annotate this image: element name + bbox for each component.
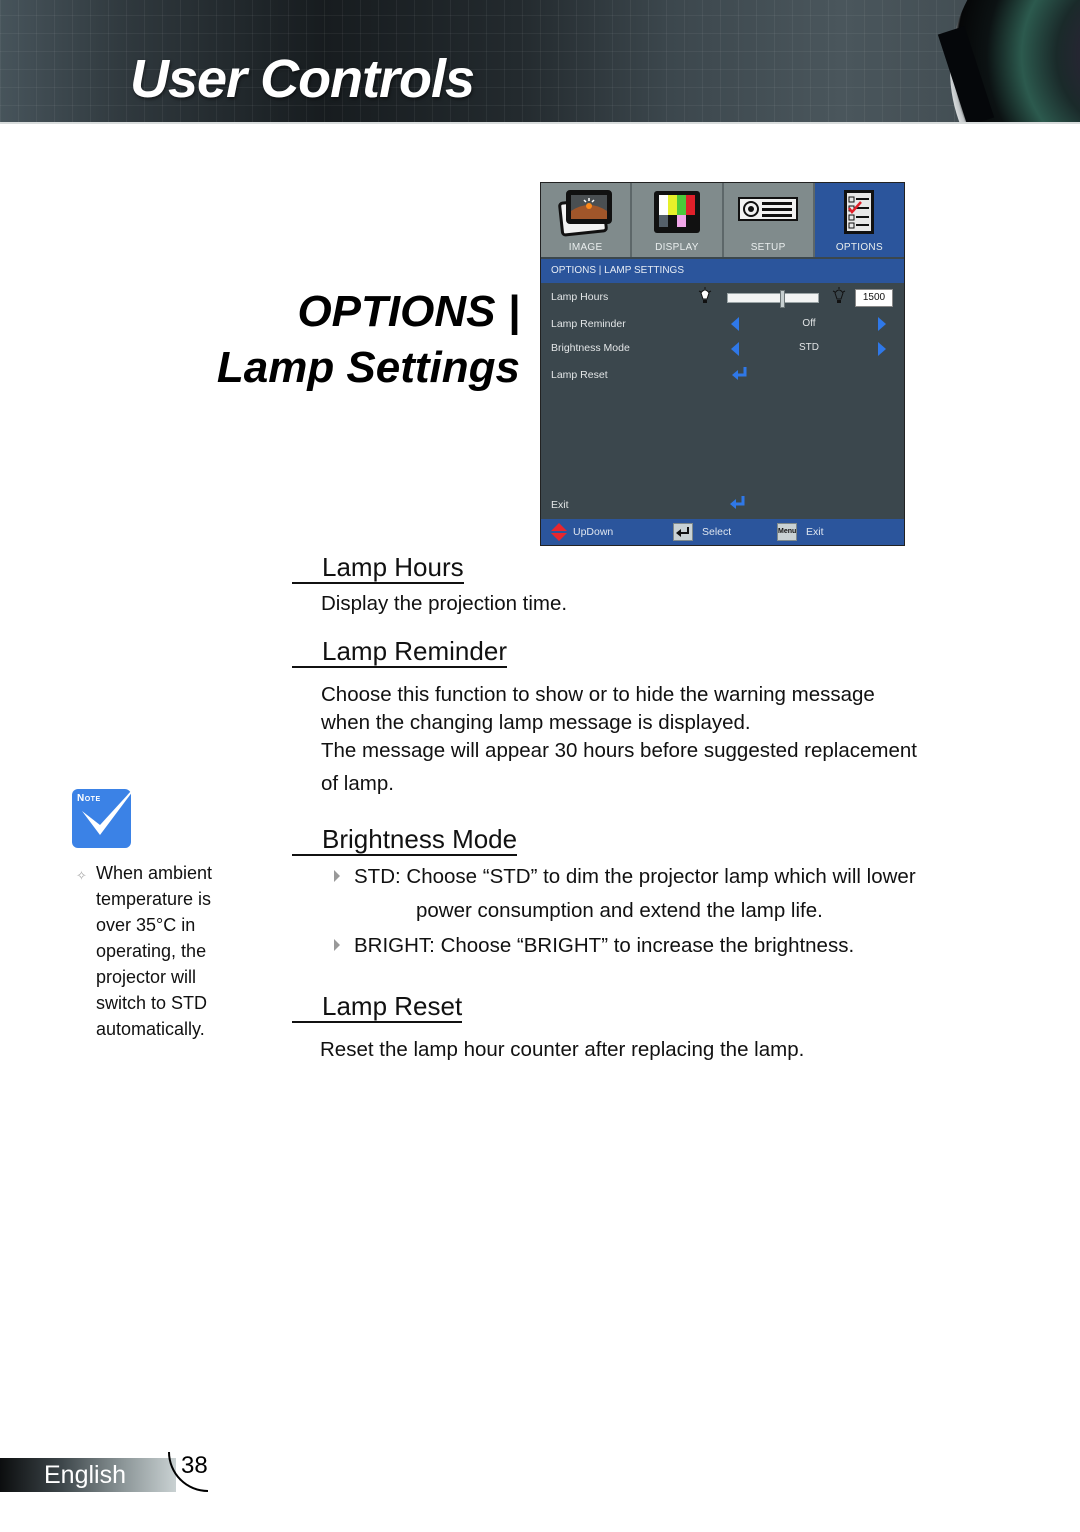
osd-exit-label[interactable]: Exit bbox=[551, 499, 569, 511]
osd-footer-exit: Exit bbox=[806, 526, 824, 538]
language-label: English bbox=[44, 1461, 126, 1489]
menu-key-icon: Menu bbox=[777, 523, 797, 541]
lamp-hours-slider-thumb[interactable] bbox=[780, 290, 785, 308]
page-number: 38 bbox=[181, 1452, 208, 1479]
lamp-reset-enter-icon[interactable] bbox=[731, 366, 749, 382]
osd-footer-updown: UpDown bbox=[573, 526, 614, 538]
brightness-mode-value[interactable]: STD bbox=[779, 342, 839, 353]
brightness-bright-line: BRIGHT: Choose “BRIGHT” to increase the … bbox=[354, 934, 855, 957]
display-icon bbox=[652, 189, 702, 240]
brightness-std-line2: power consumption and extend the lamp li… bbox=[416, 899, 823, 922]
lamp-reminder-line3: The message will appear 30 hours before … bbox=[321, 739, 917, 762]
heading-lamp-hours: Lamp Hours bbox=[292, 552, 464, 584]
updown-arrows-icon bbox=[551, 523, 567, 546]
options-icon bbox=[843, 189, 875, 240]
osd-tabs: IMAGE DISPLAY SETUP OPTIONS bbox=[541, 183, 904, 257]
tab-setup[interactable]: SETUP bbox=[723, 183, 815, 257]
tab-options-label: OPTIONS bbox=[835, 242, 883, 253]
chapter-title: User Controls bbox=[130, 49, 475, 109]
tab-image[interactable]: IMAGE bbox=[541, 183, 633, 257]
lamp-bright-icon bbox=[831, 287, 847, 305]
section-title: OPTIONS | Lamp Settings bbox=[217, 284, 520, 396]
osd-row-brightness-mode-label: Brightness Mode bbox=[551, 342, 630, 354]
tab-display[interactable]: DISPLAY bbox=[632, 183, 724, 257]
heading-lamp-reminder: Lamp Reminder bbox=[292, 636, 507, 668]
osd-footer-select: Select bbox=[702, 526, 732, 538]
lamp-reminder-line1: Choose this function to show or to hide … bbox=[321, 683, 875, 706]
tab-setup-label: SETUP bbox=[750, 242, 786, 253]
osd-row-lamp-hours-label: Lamp Hours bbox=[551, 291, 609, 303]
setup-icon bbox=[738, 197, 799, 226]
lamp-reminder-right-arrow-icon[interactable] bbox=[878, 317, 886, 331]
lamp-hours-slider[interactable] bbox=[727, 290, 819, 308]
heading-lamp-reset: Lamp Reset bbox=[292, 991, 463, 1023]
tab-image-label: IMAGE bbox=[568, 242, 603, 253]
lamp-dim-icon bbox=[697, 287, 713, 305]
lamp-reminder-value[interactable]: Off bbox=[779, 318, 839, 329]
osd-menu: IMAGE DISPLAY SETUP OPTIONS OPTIONS | LA… bbox=[540, 182, 905, 546]
image-icon bbox=[555, 189, 617, 244]
tab-options[interactable]: OPTIONS bbox=[814, 183, 904, 257]
lamp-hours-value: 1500 bbox=[855, 289, 893, 307]
lamp-reset-description: Reset the lamp hour counter after replac… bbox=[320, 1038, 805, 1061]
lamp-reminder-line4: of lamp. bbox=[321, 772, 394, 795]
select-key-icon bbox=[673, 523, 693, 541]
brightness-mode-right-arrow-icon[interactable] bbox=[878, 342, 886, 356]
osd-row-lamp-reset-label[interactable]: Lamp Reset bbox=[551, 369, 608, 381]
lamp-reminder-line2: when the changing lamp message is displa… bbox=[321, 711, 751, 734]
lamp-reminder-left-arrow-icon[interactable] bbox=[731, 317, 739, 331]
banner-divider bbox=[0, 122, 1080, 124]
header-banner: User Controls bbox=[0, 0, 1080, 124]
note-bullet-icon: ✧ bbox=[76, 868, 87, 883]
osd-row-lamp-reminder-label: Lamp Reminder bbox=[551, 318, 626, 330]
lamp-hours-description: Display the projection time. bbox=[321, 592, 568, 615]
section-title-line1: OPTIONS | bbox=[297, 287, 520, 336]
osd-breadcrumb: OPTIONS | LAMP SETTINGS bbox=[541, 259, 904, 283]
note-icon: Note bbox=[72, 779, 142, 848]
bullet-arrow-icon bbox=[334, 870, 340, 882]
brightness-std-line1: STD: Choose “STD” to dim the projector l… bbox=[354, 865, 916, 888]
note-text: When ambient temperature is over 35°C in… bbox=[96, 863, 213, 1039]
tab-display-label: DISPLAY bbox=[655, 242, 699, 253]
section-title-line2: Lamp Settings bbox=[216, 343, 520, 392]
bullet-arrow-icon bbox=[334, 939, 340, 951]
brightness-mode-left-arrow-icon[interactable] bbox=[731, 342, 739, 356]
exit-enter-icon[interactable] bbox=[729, 495, 747, 511]
heading-brightness-mode: Brightness Mode bbox=[292, 824, 518, 856]
osd-footer: UpDown Select Menu Exit bbox=[541, 519, 904, 545]
